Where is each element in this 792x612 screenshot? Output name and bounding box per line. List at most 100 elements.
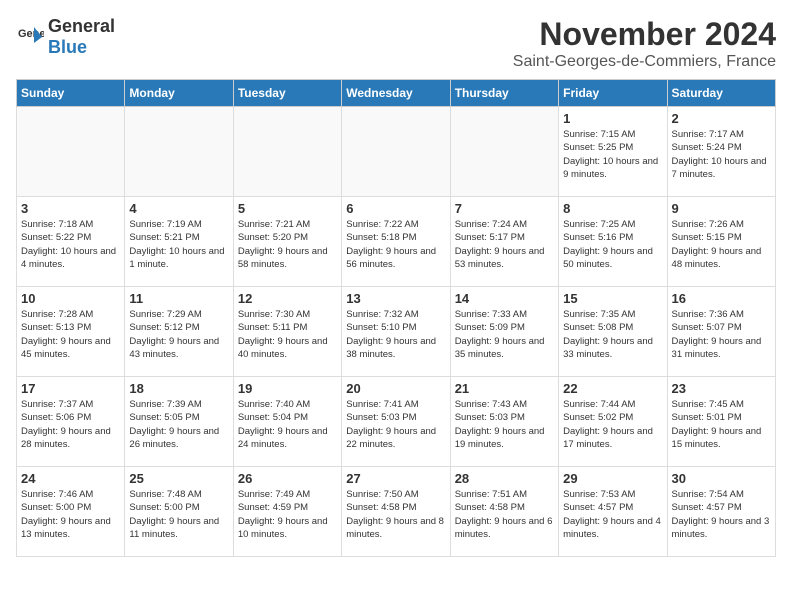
calendar-cell: 4 Sunrise: 7:19 AM Sunset: 5:21 PM Dayli… xyxy=(125,197,233,287)
weekday-header-monday: Monday xyxy=(125,80,233,107)
calendar-cell: 1 Sunrise: 7:15 AM Sunset: 5:25 PM Dayli… xyxy=(559,107,667,197)
page-header: General General Blue November 2024 Saint… xyxy=(16,16,776,71)
calendar-cell: 6 Sunrise: 7:22 AM Sunset: 5:18 PM Dayli… xyxy=(342,197,450,287)
day-number: 19 xyxy=(238,381,337,396)
calendar-cell: 28 Sunrise: 7:51 AM Sunset: 4:58 PM Dayl… xyxy=(450,467,558,557)
day-number: 28 xyxy=(455,471,554,486)
day-info: Sunrise: 7:41 AM Sunset: 5:03 PM Dayligh… xyxy=(346,398,445,451)
calendar-body: 1 Sunrise: 7:15 AM Sunset: 5:25 PM Dayli… xyxy=(17,107,776,557)
calendar-cell: 8 Sunrise: 7:25 AM Sunset: 5:16 PM Dayli… xyxy=(559,197,667,287)
calendar-cell: 24 Sunrise: 7:46 AM Sunset: 5:00 PM Dayl… xyxy=(17,467,125,557)
day-number: 17 xyxy=(21,381,120,396)
day-info: Sunrise: 7:21 AM Sunset: 5:20 PM Dayligh… xyxy=(238,218,337,271)
day-info: Sunrise: 7:43 AM Sunset: 5:03 PM Dayligh… xyxy=(455,398,554,451)
day-number: 3 xyxy=(21,201,120,216)
day-info: Sunrise: 7:18 AM Sunset: 5:22 PM Dayligh… xyxy=(21,218,120,271)
weekday-header-saturday: Saturday xyxy=(667,80,775,107)
calendar-cell: 15 Sunrise: 7:35 AM Sunset: 5:08 PM Dayl… xyxy=(559,287,667,377)
day-info: Sunrise: 7:54 AM Sunset: 4:57 PM Dayligh… xyxy=(672,488,771,541)
day-number: 30 xyxy=(672,471,771,486)
day-info: Sunrise: 7:32 AM Sunset: 5:10 PM Dayligh… xyxy=(346,308,445,361)
day-info: Sunrise: 7:49 AM Sunset: 4:59 PM Dayligh… xyxy=(238,488,337,541)
calendar-cell: 12 Sunrise: 7:30 AM Sunset: 5:11 PM Dayl… xyxy=(233,287,341,377)
day-number: 7 xyxy=(455,201,554,216)
calendar-cell: 23 Sunrise: 7:45 AM Sunset: 5:01 PM Dayl… xyxy=(667,377,775,467)
day-info: Sunrise: 7:17 AM Sunset: 5:24 PM Dayligh… xyxy=(672,128,771,181)
calendar-cell xyxy=(233,107,341,197)
logo-general-text: General xyxy=(48,16,115,36)
day-number: 14 xyxy=(455,291,554,306)
day-info: Sunrise: 7:48 AM Sunset: 5:00 PM Dayligh… xyxy=(129,488,228,541)
day-info: Sunrise: 7:40 AM Sunset: 5:04 PM Dayligh… xyxy=(238,398,337,451)
calendar-cell xyxy=(342,107,450,197)
calendar-cell xyxy=(125,107,233,197)
day-number: 2 xyxy=(672,111,771,126)
day-info: Sunrise: 7:30 AM Sunset: 5:11 PM Dayligh… xyxy=(238,308,337,361)
calendar-week-2: 3 Sunrise: 7:18 AM Sunset: 5:22 PM Dayli… xyxy=(17,197,776,287)
day-info: Sunrise: 7:24 AM Sunset: 5:17 PM Dayligh… xyxy=(455,218,554,271)
day-number: 23 xyxy=(672,381,771,396)
calendar-cell: 26 Sunrise: 7:49 AM Sunset: 4:59 PM Dayl… xyxy=(233,467,341,557)
day-number: 10 xyxy=(21,291,120,306)
day-info: Sunrise: 7:51 AM Sunset: 4:58 PM Dayligh… xyxy=(455,488,554,541)
day-info: Sunrise: 7:46 AM Sunset: 5:00 PM Dayligh… xyxy=(21,488,120,541)
weekday-header-thursday: Thursday xyxy=(450,80,558,107)
day-info: Sunrise: 7:19 AM Sunset: 5:21 PM Dayligh… xyxy=(129,218,228,271)
day-number: 8 xyxy=(563,201,662,216)
day-number: 16 xyxy=(672,291,771,306)
day-number: 21 xyxy=(455,381,554,396)
day-info: Sunrise: 7:33 AM Sunset: 5:09 PM Dayligh… xyxy=(455,308,554,361)
calendar-table: SundayMondayTuesdayWednesdayThursdayFrid… xyxy=(16,79,776,557)
subtitle: Saint-Georges-de-Commiers, France xyxy=(513,53,776,71)
day-number: 26 xyxy=(238,471,337,486)
calendar-cell xyxy=(450,107,558,197)
weekday-header-friday: Friday xyxy=(559,80,667,107)
calendar-cell: 25 Sunrise: 7:48 AM Sunset: 5:00 PM Dayl… xyxy=(125,467,233,557)
calendar-cell: 18 Sunrise: 7:39 AM Sunset: 5:05 PM Dayl… xyxy=(125,377,233,467)
calendar-cell: 9 Sunrise: 7:26 AM Sunset: 5:15 PM Dayli… xyxy=(667,197,775,287)
day-number: 29 xyxy=(563,471,662,486)
day-number: 20 xyxy=(346,381,445,396)
day-info: Sunrise: 7:22 AM Sunset: 5:18 PM Dayligh… xyxy=(346,218,445,271)
calendar-week-3: 10 Sunrise: 7:28 AM Sunset: 5:13 PM Dayl… xyxy=(17,287,776,377)
day-info: Sunrise: 7:45 AM Sunset: 5:01 PM Dayligh… xyxy=(672,398,771,451)
weekday-header-sunday: Sunday xyxy=(17,80,125,107)
day-number: 15 xyxy=(563,291,662,306)
day-number: 6 xyxy=(346,201,445,216)
calendar-cell: 17 Sunrise: 7:37 AM Sunset: 5:06 PM Dayl… xyxy=(17,377,125,467)
day-info: Sunrise: 7:39 AM Sunset: 5:05 PM Dayligh… xyxy=(129,398,228,451)
day-number: 5 xyxy=(238,201,337,216)
calendar-cell: 11 Sunrise: 7:29 AM Sunset: 5:12 PM Dayl… xyxy=(125,287,233,377)
calendar-cell: 7 Sunrise: 7:24 AM Sunset: 5:17 PM Dayli… xyxy=(450,197,558,287)
day-number: 12 xyxy=(238,291,337,306)
logo-icon: General xyxy=(16,23,44,51)
calendar-week-5: 24 Sunrise: 7:46 AM Sunset: 5:00 PM Dayl… xyxy=(17,467,776,557)
day-info: Sunrise: 7:53 AM Sunset: 4:57 PM Dayligh… xyxy=(563,488,662,541)
day-number: 27 xyxy=(346,471,445,486)
weekday-header-row: SundayMondayTuesdayWednesdayThursdayFrid… xyxy=(17,80,776,107)
logo: General General Blue xyxy=(16,16,115,58)
logo-blue-text: Blue xyxy=(48,37,87,57)
calendar-cell: 19 Sunrise: 7:40 AM Sunset: 5:04 PM Dayl… xyxy=(233,377,341,467)
day-info: Sunrise: 7:50 AM Sunset: 4:58 PM Dayligh… xyxy=(346,488,445,541)
title-block: November 2024 Saint-Georges-de-Commiers,… xyxy=(513,16,776,71)
calendar-cell: 29 Sunrise: 7:53 AM Sunset: 4:57 PM Dayl… xyxy=(559,467,667,557)
weekday-header-tuesday: Tuesday xyxy=(233,80,341,107)
day-info: Sunrise: 7:29 AM Sunset: 5:12 PM Dayligh… xyxy=(129,308,228,361)
calendar-cell xyxy=(17,107,125,197)
calendar-cell: 5 Sunrise: 7:21 AM Sunset: 5:20 PM Dayli… xyxy=(233,197,341,287)
calendar-cell: 3 Sunrise: 7:18 AM Sunset: 5:22 PM Dayli… xyxy=(17,197,125,287)
day-number: 25 xyxy=(129,471,228,486)
day-number: 4 xyxy=(129,201,228,216)
day-info: Sunrise: 7:36 AM Sunset: 5:07 PM Dayligh… xyxy=(672,308,771,361)
day-info: Sunrise: 7:44 AM Sunset: 5:02 PM Dayligh… xyxy=(563,398,662,451)
weekday-header-wednesday: Wednesday xyxy=(342,80,450,107)
day-info: Sunrise: 7:26 AM Sunset: 5:15 PM Dayligh… xyxy=(672,218,771,271)
day-number: 18 xyxy=(129,381,228,396)
calendar-cell: 21 Sunrise: 7:43 AM Sunset: 5:03 PM Dayl… xyxy=(450,377,558,467)
main-title: November 2024 xyxy=(513,16,776,53)
day-number: 9 xyxy=(672,201,771,216)
day-info: Sunrise: 7:37 AM Sunset: 5:06 PM Dayligh… xyxy=(21,398,120,451)
calendar-cell: 27 Sunrise: 7:50 AM Sunset: 4:58 PM Dayl… xyxy=(342,467,450,557)
day-number: 11 xyxy=(129,291,228,306)
